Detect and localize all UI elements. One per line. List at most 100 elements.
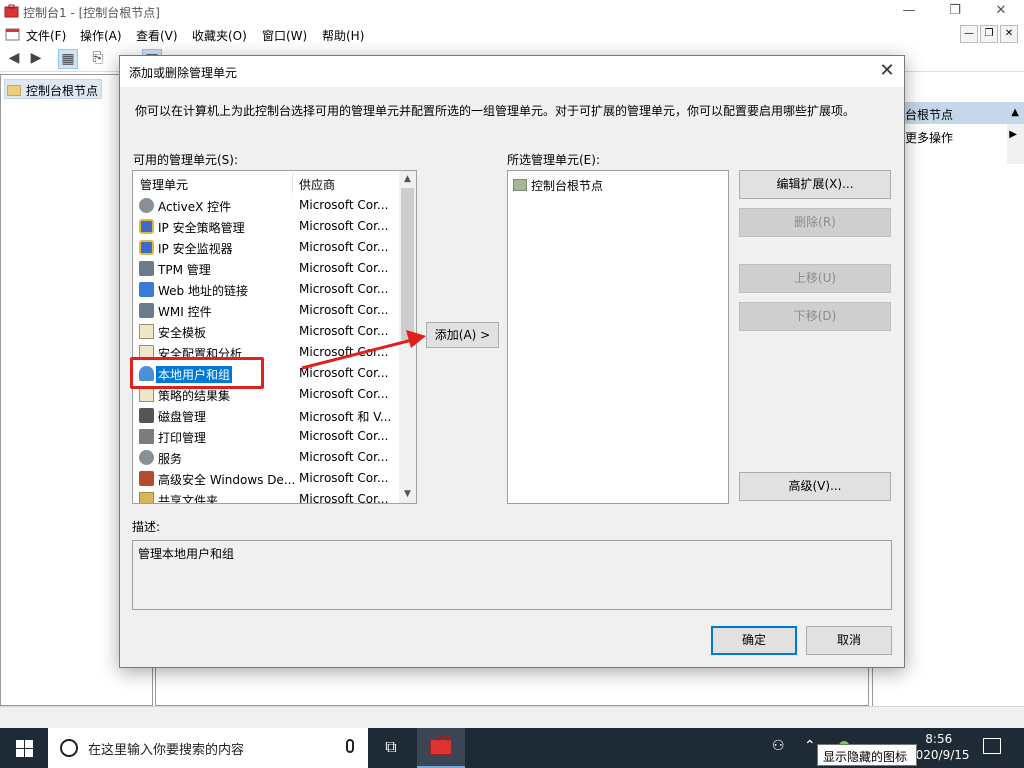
- minimize-button[interactable]: —: [886, 0, 932, 23]
- snapin-row[interactable]: WMI 控件 Microsoft Cor...: [133, 300, 401, 321]
- snapin-vendor: Microsoft Cor...: [299, 219, 389, 233]
- selected-snapins-list[interactable]: 控制台根节点: [507, 170, 729, 504]
- scroll-down-icon[interactable]: ▼: [399, 486, 416, 503]
- menu-bar: 文件(F) 操作(A) 查看(V) 收藏夹(O) 窗口(W) 帮助(H) — ❐…: [0, 23, 1024, 45]
- mdi-controls: — ❐ ✕: [960, 25, 1018, 43]
- menu-view[interactable]: 查看(V): [136, 27, 178, 44]
- tree-root-label: 控制台根节点: [26, 83, 99, 98]
- scroll-thumb[interactable]: [401, 188, 414, 340]
- scroll-up-icon[interactable]: ▲: [399, 171, 416, 188]
- snapin-vendor: Microsoft Cor...: [299, 303, 389, 317]
- snapin-name: 磁盘管理: [158, 410, 207, 424]
- snapin-row[interactable]: IP 安全策略管理 Microsoft Cor...: [133, 216, 401, 237]
- snapin-name: WMI 控件: [158, 305, 212, 319]
- snapin-name: 打印管理: [158, 431, 207, 445]
- tree-root-node[interactable]: 控制台根节点: [4, 79, 103, 99]
- remove-button[interactable]: 删除(R): [739, 208, 891, 237]
- snapin-vendor: Microsoft Cor...: [299, 345, 389, 359]
- services-gear-icon: [139, 450, 154, 465]
- selected-snapins-label: 所选管理单元(E):: [507, 153, 600, 167]
- snapin-row[interactable]: ActiveX 控件 Microsoft Cor...: [133, 195, 401, 216]
- taskbar-mmc-app[interactable]: [417, 728, 465, 768]
- rsop-icon: [139, 387, 154, 402]
- disk-icon: [139, 408, 154, 423]
- key-policy-icon: [139, 219, 154, 234]
- close-window-button[interactable]: ✕: [978, 0, 1024, 23]
- snapin-vendor: Microsoft Cor...: [299, 471, 389, 485]
- menu-file[interactable]: 文件(F): [26, 27, 66, 44]
- snapin-vendor: Microsoft 和 V...: [299, 410, 392, 424]
- description-text: 管理本地用户和组: [138, 547, 235, 561]
- list-scrollbar[interactable]: ▲ ▼: [399, 171, 416, 503]
- console-doc-icon[interactable]: [5, 27, 20, 41]
- action-pane-title: 台根节点: [905, 108, 954, 122]
- snapin-row[interactable]: TPM 管理 Microsoft Cor...: [133, 258, 401, 279]
- move-down-button[interactable]: 下移(D): [739, 302, 891, 331]
- snapin-rows: ActiveX 控件 Microsoft Cor... IP 安全策略管理 Micr…: [133, 195, 401, 504]
- snapin-vendor: Microsoft Cor...: [299, 366, 389, 380]
- menu-action[interactable]: 操作(A): [80, 27, 122, 44]
- menu-window[interactable]: 窗口(W): [262, 27, 307, 44]
- snapin-name: 安全模板: [158, 326, 207, 340]
- ok-button[interactable]: 确定: [711, 626, 797, 655]
- snapin-row[interactable]: 打印管理 Microsoft Cor...: [133, 426, 401, 447]
- snapin-vendor: Microsoft Cor...: [299, 492, 389, 504]
- snapin-row[interactable]: 高级安全 Windows De... Microsoft Cor...: [133, 468, 401, 489]
- dialog-close-icon[interactable]: ✕: [870, 56, 904, 87]
- column-header-vendor[interactable]: 供应商: [299, 176, 335, 193]
- cortana-icon: [60, 739, 78, 757]
- snapin-row[interactable]: 服务 Microsoft Cor...: [133, 447, 401, 468]
- taskbar-search-box[interactable]: 在这里输入你要搜索的内容: [48, 728, 368, 768]
- column-separator[interactable]: [292, 173, 293, 193]
- snapin-row[interactable]: 安全模板 Microsoft Cor...: [133, 321, 401, 342]
- edit-extensions-button[interactable]: 编辑扩展(X)...: [739, 170, 891, 199]
- collapse-up-icon[interactable]: ▲: [1011, 107, 1019, 118]
- snapin-name: 策略的结果集: [158, 389, 231, 403]
- snapin-vendor: Microsoft Cor...: [299, 261, 389, 275]
- maximize-button[interactable]: ❐: [932, 0, 978, 23]
- mdi-restore-button[interactable]: ❐: [980, 25, 998, 43]
- snapin-row[interactable]: Web 地址的链接 Microsoft Cor...: [133, 279, 401, 300]
- snapin-vendor: Microsoft Cor...: [299, 198, 389, 212]
- cancel-button[interactable]: 取消: [806, 626, 892, 655]
- show-hide-tree-icon[interactable]: ▦: [58, 49, 78, 69]
- snapin-row[interactable]: 磁盘管理 Microsoft 和 V...: [133, 405, 401, 426]
- advanced-button[interactable]: 高级(V)...: [739, 472, 891, 501]
- snapin-vendor: Microsoft Cor...: [299, 240, 389, 254]
- back-arrow-icon[interactable]: ◀: [4, 49, 24, 69]
- description-box: 管理本地用户和组: [132, 540, 892, 610]
- dialog-intro-text: 你可以在计算机上为此控制台选择可用的管理单元并配置所选的一组管理单元。对于可扩展…: [135, 104, 856, 118]
- toolbox-icon: [430, 735, 452, 755]
- export-list-icon[interactable]: ⎘: [88, 49, 108, 69]
- start-button[interactable]: [0, 728, 48, 768]
- move-up-button[interactable]: 上移(U): [739, 264, 891, 293]
- snapin-row[interactable]: 共享文件夹 Microsoft Cor...: [133, 489, 401, 504]
- notification-center-icon[interactable]: [983, 738, 1001, 754]
- printer-icon: [139, 429, 154, 444]
- folder-icon: [7, 84, 21, 96]
- web-link-icon: [139, 282, 154, 297]
- more-actions-label: 更多操作: [905, 131, 954, 145]
- available-snapins-list[interactable]: 管理单元 供应商 ActiveX 控件 Microsoft Cor... IP 安…: [132, 170, 417, 504]
- forward-arrow-icon[interactable]: ▶: [26, 49, 46, 69]
- microphone-icon[interactable]: [346, 739, 354, 753]
- clock[interactable]: 8:56 2020/9/15: [908, 731, 970, 763]
- add-button[interactable]: 添加(A) >: [426, 322, 499, 348]
- tray-expand-icon[interactable]: ⌃: [804, 738, 816, 754]
- people-icon[interactable]: ⚇: [772, 738, 785, 754]
- snapin-name: Web 地址的链接: [158, 284, 248, 298]
- dialog-title: 添加或删除管理单元: [129, 66, 238, 80]
- selected-item-console-root[interactable]: 控制台根节点: [513, 176, 603, 194]
- menu-help[interactable]: 帮助(H): [322, 27, 364, 44]
- clock-time: 8:56: [925, 732, 953, 746]
- snapin-row[interactable]: IP 安全监视器 Microsoft Cor...: [133, 237, 401, 258]
- shared-folder-icon: [139, 492, 154, 503]
- mdi-close-button[interactable]: ✕: [1000, 25, 1018, 43]
- snapin-name: TPM 管理: [158, 263, 211, 277]
- menu-favorites[interactable]: 收藏夹(O): [192, 27, 247, 44]
- mdi-minimize-button[interactable]: —: [960, 25, 978, 43]
- available-snapins-label: 可用的管理单元(S):: [133, 153, 239, 167]
- column-header-name[interactable]: 管理单元: [140, 176, 188, 193]
- hidden-icons-tooltip: 显示隐藏的图标: [817, 744, 917, 766]
- task-view-icon[interactable]: ⧉: [379, 737, 403, 759]
